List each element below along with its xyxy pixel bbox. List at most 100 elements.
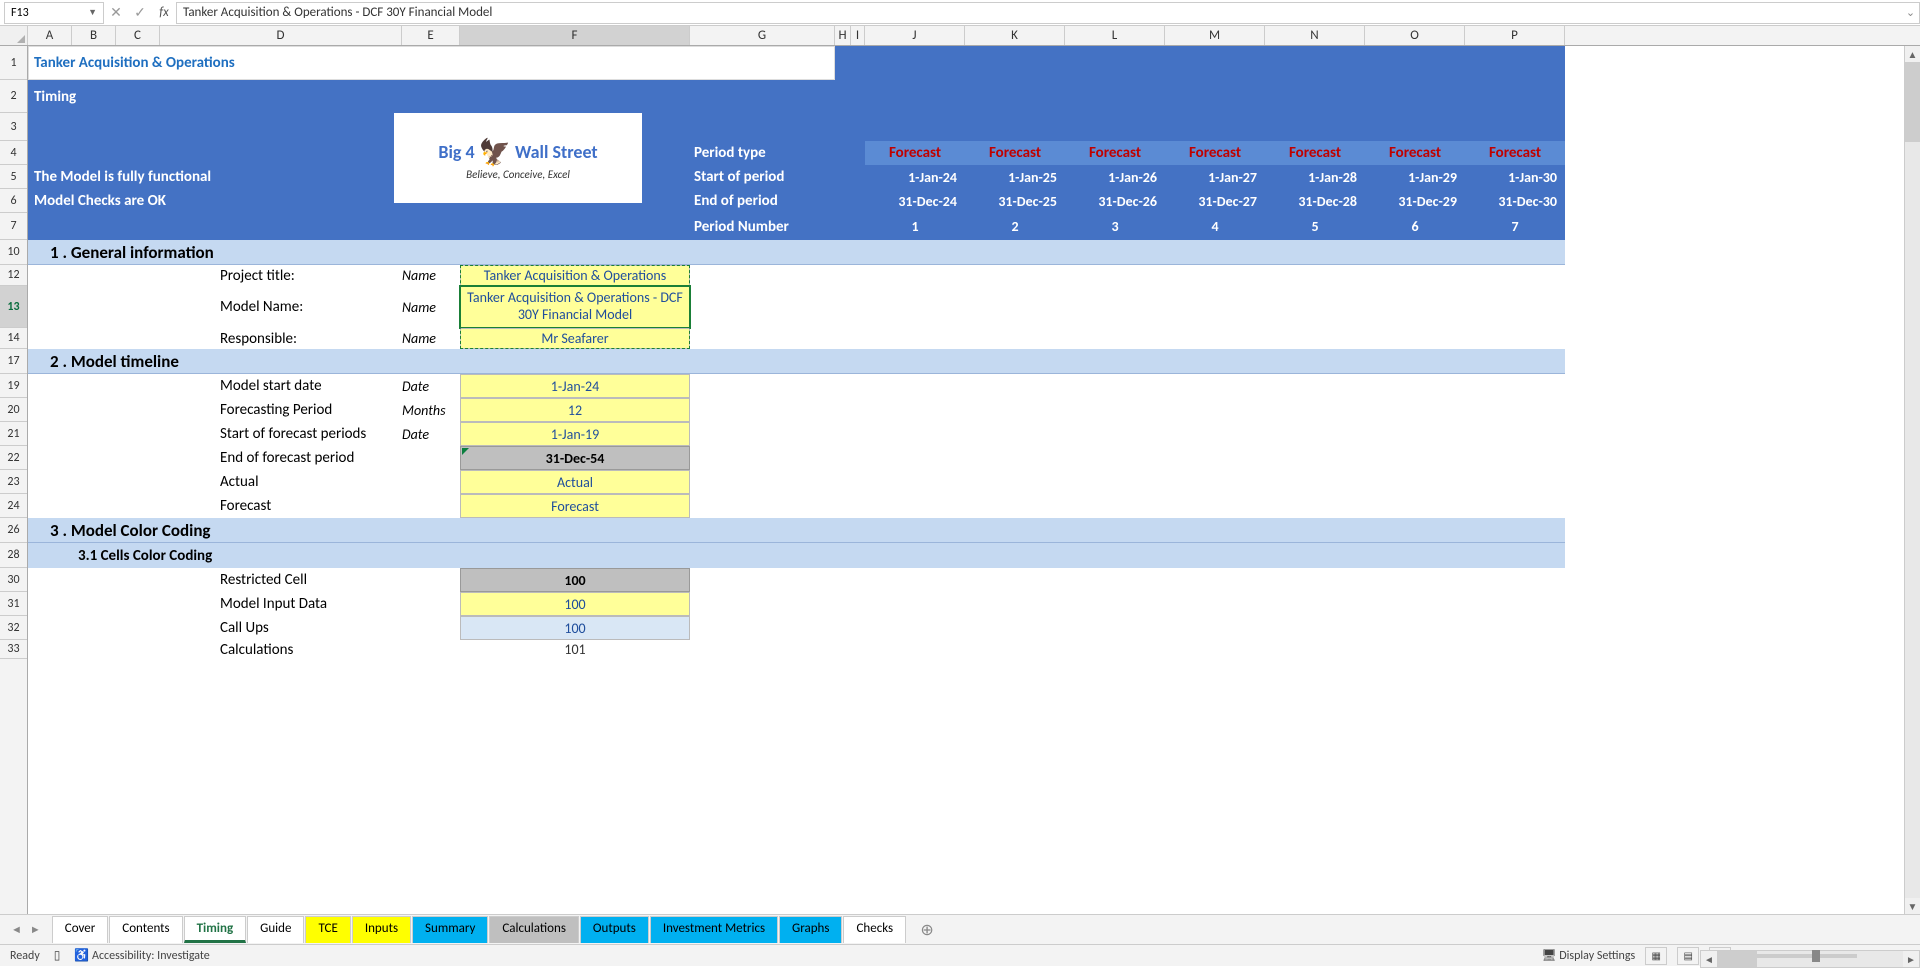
row-header[interactable]: 24 xyxy=(0,494,27,518)
scroll-down-icon[interactable]: ▼ xyxy=(1905,898,1920,914)
page-layout-view-button[interactable]: ▤ xyxy=(1677,947,1699,965)
tab-nav-prev-icon[interactable]: ◄ xyxy=(8,923,25,936)
column-header[interactable]: A xyxy=(28,26,72,45)
period-number: 5 xyxy=(1265,213,1365,240)
row-header[interactable]: 12 xyxy=(0,265,27,286)
sheet-tab[interactable]: Graphs xyxy=(779,916,842,943)
sheet-tab[interactable]: TCE xyxy=(305,916,350,943)
sheet-tab[interactable]: Investment Metrics xyxy=(650,916,778,943)
spreadsheet-grid: ABCDEFGHIJKLMNOP 12345671012131417192021… xyxy=(0,26,1920,914)
fx-icon[interactable]: fx xyxy=(152,5,176,20)
select-all-button[interactable] xyxy=(0,26,28,45)
expand-formula-bar-button[interactable]: ⌄ xyxy=(1902,2,1920,24)
column-header[interactable]: K xyxy=(965,26,1065,45)
row-header[interactable]: 31 xyxy=(0,592,27,616)
row-header[interactable]: 1 xyxy=(0,46,27,80)
tab-nav-next-icon[interactable]: ► xyxy=(27,923,44,936)
column-header[interactable]: D xyxy=(160,26,402,45)
column-header[interactable]: E xyxy=(402,26,460,45)
period-start: 1-Jan-30 xyxy=(1465,165,1565,189)
row-header[interactable]: 13 xyxy=(0,286,27,328)
row-header[interactable]: 22 xyxy=(0,446,27,470)
row-header[interactable]: 10 xyxy=(0,240,27,265)
row-header[interactable]: 21 xyxy=(0,422,27,446)
forecast-type: Forecast xyxy=(1065,141,1165,165)
row-header[interactable]: 3 xyxy=(0,113,27,141)
row-header[interactable]: 20 xyxy=(0,398,27,422)
field-value[interactable]: 12 xyxy=(460,398,690,422)
accessibility-status[interactable]: ♿ Accessibility: Investigate xyxy=(74,948,209,963)
formula-input[interactable]: Tanker Acquisition & Operations - DCF 30… xyxy=(176,2,1902,24)
field-value[interactable]: 31-Dec-54 xyxy=(460,446,690,470)
row-header[interactable]: 32 xyxy=(0,616,27,640)
normal-view-button[interactable]: ▦ xyxy=(1645,947,1667,965)
period-start: 1-Jan-29 xyxy=(1365,165,1465,189)
sheet-tab[interactable]: Summary xyxy=(412,916,488,943)
scroll-up-icon[interactable]: ▲ xyxy=(1905,46,1920,62)
scrollbar-thumb[interactable] xyxy=(1905,62,1920,142)
scroll-left-icon[interactable]: ◄ xyxy=(1701,953,1717,966)
column-header[interactable]: B xyxy=(72,26,116,45)
macro-record-icon[interactable]: ▯ xyxy=(54,948,61,963)
display-settings-button[interactable]: 🖥 Display Settings xyxy=(1541,948,1635,963)
field-value[interactable]: Actual xyxy=(460,470,690,494)
row-header[interactable]: 30 xyxy=(0,568,27,592)
new-sheet-button[interactable]: ⊕ xyxy=(913,918,941,942)
field-value[interactable]: 101 xyxy=(460,640,690,659)
column-header[interactable]: H xyxy=(835,26,851,45)
column-header[interactable]: L xyxy=(1065,26,1165,45)
row-header[interactable]: 19 xyxy=(0,374,27,398)
field-value[interactable]: 100 xyxy=(460,568,690,592)
period-label: Period Number xyxy=(690,213,835,240)
field-value[interactable]: 1-Jan-24 xyxy=(460,374,690,398)
sheet-tab[interactable]: Checks xyxy=(843,916,906,943)
column-header[interactable]: N xyxy=(1265,26,1365,45)
column-header[interactable]: P xyxy=(1465,26,1565,45)
field-value[interactable]: 100 xyxy=(460,592,690,616)
column-header[interactable]: C xyxy=(116,26,160,45)
scrollbar-thumb[interactable] xyxy=(1717,951,1757,967)
sheet-tab[interactable]: Inputs xyxy=(352,916,411,943)
cell-area[interactable]: Tanker Acquisition & OperationsTimingThe… xyxy=(28,46,1920,914)
chevron-down-icon[interactable]: ▼ xyxy=(88,7,97,18)
column-header[interactable]: G xyxy=(690,26,835,45)
field-value[interactable]: Tanker Acquisition & Operations xyxy=(460,265,690,286)
vertical-scrollbar[interactable]: ▲ ▼ xyxy=(1904,46,1920,914)
sheet-tab[interactable]: Outputs xyxy=(580,916,649,943)
cancel-formula-button[interactable]: ✕ xyxy=(104,2,128,24)
sheet-tab[interactable]: Calculations xyxy=(489,916,579,943)
column-header[interactable]: F xyxy=(460,26,690,45)
name-box[interactable]: F13 ▼ xyxy=(4,2,104,24)
column-header[interactable]: I xyxy=(851,26,865,45)
column-header[interactable]: J xyxy=(865,26,965,45)
row-header[interactable]: 14 xyxy=(0,328,27,349)
field-label: Forecasting Period xyxy=(160,398,402,422)
tab-navigation[interactable]: ◄ ► xyxy=(8,923,52,936)
field-value[interactable]: 100 xyxy=(460,616,690,640)
row-header[interactable]: 5 xyxy=(0,165,27,189)
header-band-row1 xyxy=(835,46,1565,80)
row-header[interactable]: 2 xyxy=(0,80,27,113)
scroll-right-icon[interactable]: ► xyxy=(1903,953,1919,966)
row-header[interactable]: 4 xyxy=(0,141,27,165)
field-label: Start of forecast periods xyxy=(160,422,402,446)
accept-formula-button[interactable]: ✓ xyxy=(128,2,152,24)
row-header[interactable]: 28 xyxy=(0,543,27,568)
sheet-tab[interactable]: Timing xyxy=(184,916,247,943)
sheet-tab[interactable]: Contents xyxy=(109,916,182,943)
row-header[interactable]: 33 xyxy=(0,640,27,659)
row-header[interactable]: 26 xyxy=(0,518,27,543)
sheet-tab[interactable]: Guide xyxy=(247,916,304,943)
row-header[interactable]: 6 xyxy=(0,189,27,213)
field-value[interactable]: Tanker Acquisition & Operations - DCF 30… xyxy=(460,286,690,328)
column-header[interactable]: M xyxy=(1165,26,1265,45)
column-header[interactable]: O xyxy=(1365,26,1465,45)
row-header[interactable]: 23 xyxy=(0,470,27,494)
sheet-tab[interactable]: Cover xyxy=(52,916,108,943)
zoom-slider[interactable] xyxy=(1757,954,1857,958)
field-value[interactable]: 1-Jan-19 xyxy=(460,422,690,446)
field-value[interactable]: Forecast xyxy=(460,494,690,518)
row-header[interactable]: 7 xyxy=(0,213,27,240)
field-value[interactable]: Mr Seafarer xyxy=(460,328,690,349)
row-header[interactable]: 17 xyxy=(0,349,27,374)
